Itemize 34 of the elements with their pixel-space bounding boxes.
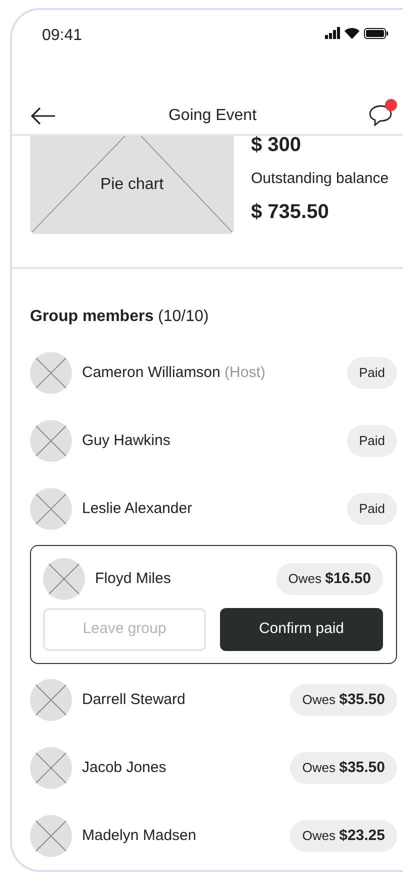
status-badge: Paid [346, 493, 397, 525]
section-title: Group members (10/10) [30, 307, 210, 327]
page-title: Going Event [167, 106, 258, 126]
signal-icon [325, 27, 340, 39]
status-badge: Paid [346, 425, 397, 457]
member-name: Leslie Alexander [82, 498, 192, 519]
status-badge: Owes $23.25 [290, 820, 397, 852]
clock: 09:41 [42, 27, 82, 44]
status-badge: Owes $35.50 [290, 752, 397, 784]
battery-icon [364, 28, 388, 38]
avatar [30, 679, 72, 721]
avatar [30, 815, 72, 857]
chart-label: Pie chart [100, 175, 164, 195]
member-name: Jacob Jones [82, 758, 166, 778]
balance-amount: $ 735.50 [251, 200, 330, 224]
member-name: Madelyn Madsen [82, 826, 196, 846]
status-badge: Owes $35.50 [290, 684, 397, 716]
avatar [30, 747, 72, 789]
status-badge: Paid [346, 357, 397, 389]
member-name: Cameron Williamson (Host) [82, 362, 266, 383]
avatar [30, 488, 72, 530]
status-badge: Owes $16.50 [276, 563, 383, 595]
chat-icon[interactable] [369, 103, 393, 127]
back-icon[interactable] [30, 106, 56, 126]
balance-label: Outstanding balance [251, 169, 389, 189]
paid-amount: $ 300 [251, 133, 302, 158]
member-name: Floyd Miles [95, 568, 171, 589]
avatar [30, 420, 72, 462]
avatar [30, 352, 72, 394]
member-name: Guy Hawkins [82, 430, 170, 451]
confirm-button[interactable]: Confirm paid [220, 608, 383, 651]
avatar [43, 558, 85, 600]
member-name: Darrell Steward [82, 690, 186, 710]
wifi-icon [344, 27, 360, 39]
